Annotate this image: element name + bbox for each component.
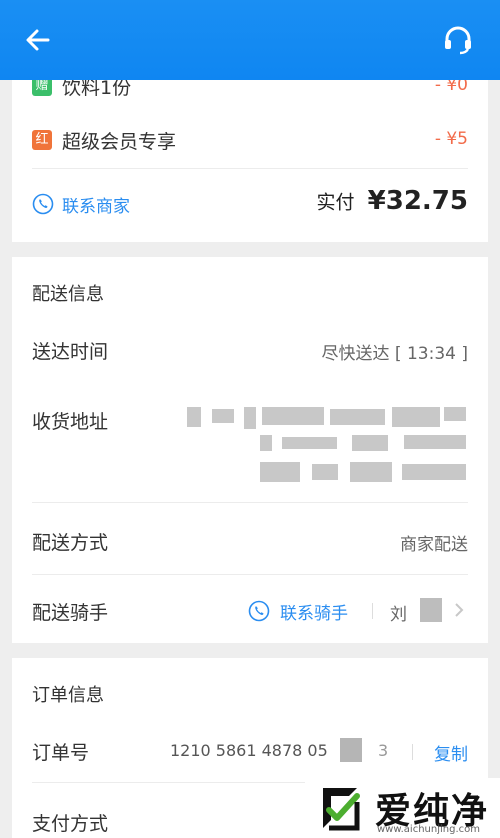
contact-merchant-button[interactable]: 联系商家 [32,190,162,218]
back-arrow-icon[interactable] [22,24,54,56]
customer-service-icon[interactable] [440,22,476,58]
top-header [0,0,500,80]
chevron-right-icon [455,603,464,617]
contact-merchant-label: 联系商家 [62,197,130,217]
divider [372,603,373,619]
delivery-time-value: 尽快送达 [ 13:34 ] [321,344,468,364]
delivery-info-card: 配送信息 送达时间 尽快送达 [ 13:34 ] 收货地址 配送方式 商家配送 … [12,257,488,643]
red-packet-badge: 红 [32,130,52,150]
paid-amount: ¥32.75 [367,186,468,216]
contact-rider-label: 联系骑手 [280,604,348,624]
order-number-tail: 3 [378,741,389,760]
phone-icon [32,193,54,215]
watermark: 爱纯净 www.aichunjing.com [305,778,500,838]
address-label: 收货地址 [32,411,109,433]
divider [32,574,468,575]
rider-name-redacted [420,598,442,622]
order-number-value: 1210 5861 4878 05 [170,741,328,760]
order-number-redacted [340,738,362,762]
order-number-label: 订单号 [32,742,90,764]
section-title: 配送信息 [32,284,104,305]
delivery-method-value: 商家配送 [400,535,468,555]
divider [32,502,468,503]
section-title: 订单信息 [32,685,104,706]
delivery-method-label: 配送方式 [32,532,109,554]
contact-rider-button[interactable]: 联系骑手 [248,598,358,626]
delivery-time-label: 送达时间 [32,341,109,363]
order-items-card: 赠 饮料1份 - ¥0 红 超级会员专享 - ¥5 联系商家 实付 ¥32.75 [12,60,488,242]
copy-button[interactable]: 复制 [434,740,468,765]
watermark-url: www.aichunjing.com [377,824,480,835]
watermark-logo-icon [323,788,360,831]
item-discount: - ¥5 [434,129,468,149]
rider-name: 刘 [390,605,407,625]
paid-label: 实付 [316,191,355,214]
divider [32,168,468,169]
paid-total: 实付 ¥32.75 [317,186,468,216]
phone-icon [248,600,270,622]
divider [412,744,413,760]
rider-label: 配送骑手 [32,602,109,624]
item-name: 超级会员专享 [62,131,177,153]
payment-method-label: 支付方式 [32,813,109,835]
